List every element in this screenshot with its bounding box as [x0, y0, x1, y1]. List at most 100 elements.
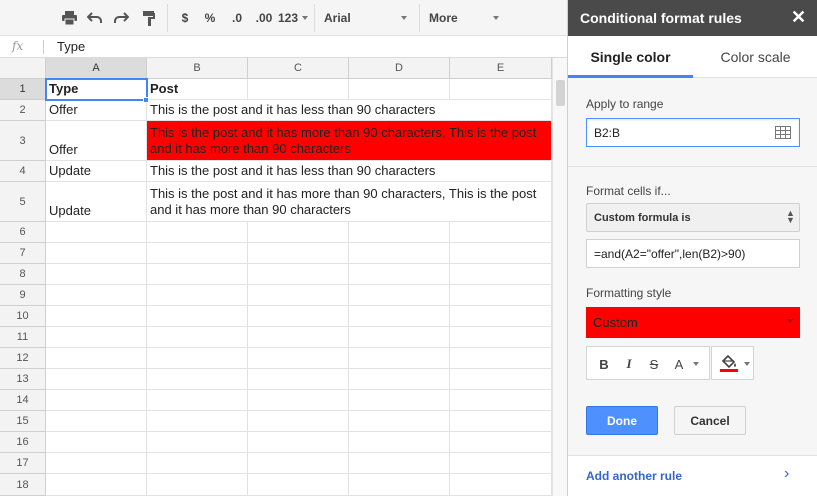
empty-cell[interactable]	[46, 411, 147, 432]
empty-cell[interactable]	[248, 222, 349, 243]
empty-cell[interactable]	[248, 348, 349, 369]
row-header[interactable]: 3	[0, 121, 46, 161]
row-header[interactable]: 13	[0, 369, 46, 390]
font-select[interactable]: Arial	[324, 0, 354, 36]
empty-cell[interactable]	[147, 327, 248, 348]
empty-cell[interactable]	[450, 369, 552, 390]
tab-color-scale[interactable]: Color scale	[693, 36, 817, 78]
row-header[interactable]: 12	[0, 348, 46, 369]
empty-cell[interactable]	[147, 453, 248, 474]
cell-a3[interactable]: Offer	[46, 121, 147, 161]
empty-cell[interactable]	[450, 306, 552, 327]
empty-cell[interactable]	[147, 222, 248, 243]
empty-cell[interactable]	[248, 390, 349, 411]
cell-b2[interactable]: This is the post and it has less than 90…	[147, 100, 552, 121]
bold-button[interactable]: B	[593, 347, 615, 381]
empty-cell[interactable]	[248, 474, 349, 496]
row-header[interactable]: 11	[0, 327, 46, 348]
fill-color-button[interactable]	[711, 346, 754, 380]
column-header-c[interactable]: C	[248, 58, 349, 79]
empty-cell[interactable]	[248, 285, 349, 306]
empty-cell[interactable]	[46, 474, 147, 496]
row-header[interactable]: 7	[0, 243, 46, 264]
empty-cell[interactable]	[349, 453, 450, 474]
add-rule-row[interactable]: Add another rule ›	[568, 455, 817, 496]
cell-b4[interactable]: This is the post and it has less than 90…	[147, 161, 552, 182]
empty-cell[interactable]	[450, 411, 552, 432]
tab-single-color[interactable]: Single color	[568, 36, 693, 78]
empty-cell[interactable]	[248, 306, 349, 327]
empty-cell[interactable]	[349, 79, 450, 100]
empty-cell[interactable]	[450, 243, 552, 264]
empty-cell[interactable]	[450, 390, 552, 411]
cell-a1[interactable]: Type	[46, 79, 147, 100]
number-format-button[interactable]: 123	[276, 0, 300, 36]
empty-cell[interactable]	[147, 369, 248, 390]
more-menu[interactable]: More	[429, 0, 461, 36]
cell-a4[interactable]: Update	[46, 161, 147, 182]
empty-cell[interactable]	[349, 306, 450, 327]
paint-format-icon[interactable]	[138, 0, 160, 36]
formula-field[interactable]: =and(A2="offer",len(B2)>90)	[586, 239, 800, 268]
italic-button[interactable]: I	[618, 347, 640, 381]
add-rule-link[interactable]: Add another rule	[586, 469, 682, 483]
empty-cell[interactable]	[147, 432, 248, 453]
row-header[interactable]: 2	[0, 100, 46, 121]
empty-cell[interactable]	[450, 432, 552, 453]
cell-b3[interactable]: This is the post and it has more than 90…	[147, 121, 552, 161]
empty-cell[interactable]	[46, 285, 147, 306]
scrollbar-thumb[interactable]	[556, 80, 565, 106]
formatting-style-select[interactable]: Custom	[586, 307, 800, 338]
column-header-d[interactable]: D	[349, 58, 450, 79]
grid-select-icon[interactable]	[775, 126, 791, 142]
empty-cell[interactable]	[248, 243, 349, 264]
fill-handle[interactable]	[143, 97, 149, 103]
empty-cell[interactable]	[147, 306, 248, 327]
empty-cell[interactable]	[46, 453, 147, 474]
decrease-decimal-button[interactable]: .0	[224, 0, 250, 36]
row-header[interactable]: 1	[0, 79, 46, 100]
empty-cell[interactable]	[349, 222, 450, 243]
empty-cell[interactable]	[147, 474, 248, 496]
percent-button[interactable]: %	[200, 0, 220, 36]
strikethrough-button[interactable]: S	[643, 347, 665, 381]
empty-cell[interactable]	[450, 453, 552, 474]
empty-cell[interactable]	[147, 285, 248, 306]
empty-cell[interactable]	[147, 390, 248, 411]
empty-cell[interactable]	[450, 285, 552, 306]
empty-cell[interactable]	[248, 369, 349, 390]
cell-b5[interactable]: This is the post and it has more than 90…	[147, 182, 552, 222]
row-header[interactable]: 9	[0, 285, 46, 306]
empty-cell[interactable]	[147, 411, 248, 432]
empty-cell[interactable]	[349, 411, 450, 432]
empty-cell[interactable]	[46, 306, 147, 327]
vertical-scrollbar[interactable]	[552, 58, 567, 496]
done-button[interactable]: Done	[586, 406, 658, 435]
empty-cell[interactable]	[248, 327, 349, 348]
empty-cell[interactable]	[450, 348, 552, 369]
empty-cell[interactable]	[349, 348, 450, 369]
redo-icon[interactable]	[110, 0, 132, 36]
empty-cell[interactable]	[349, 243, 450, 264]
select-all-corner[interactable]	[0, 58, 46, 79]
empty-cell[interactable]	[450, 222, 552, 243]
cell-a2[interactable]: Offer	[46, 100, 147, 121]
empty-cell[interactable]	[46, 327, 147, 348]
empty-cell[interactable]	[450, 79, 552, 100]
empty-cell[interactable]	[46, 432, 147, 453]
row-header[interactable]: 15	[0, 411, 46, 432]
undo-icon[interactable]	[84, 0, 106, 36]
currency-button[interactable]: $	[176, 0, 194, 36]
cell-b1[interactable]: Post	[147, 79, 248, 100]
empty-cell[interactable]	[46, 369, 147, 390]
empty-cell[interactable]	[46, 222, 147, 243]
empty-cell[interactable]	[46, 243, 147, 264]
row-header[interactable]: 16	[0, 432, 46, 453]
empty-cell[interactable]	[248, 411, 349, 432]
empty-cell[interactable]	[349, 390, 450, 411]
cancel-button[interactable]: Cancel	[674, 406, 746, 435]
empty-cell[interactable]	[46, 264, 147, 285]
empty-cell[interactable]	[147, 348, 248, 369]
empty-cell[interactable]	[349, 285, 450, 306]
empty-cell[interactable]	[46, 348, 147, 369]
